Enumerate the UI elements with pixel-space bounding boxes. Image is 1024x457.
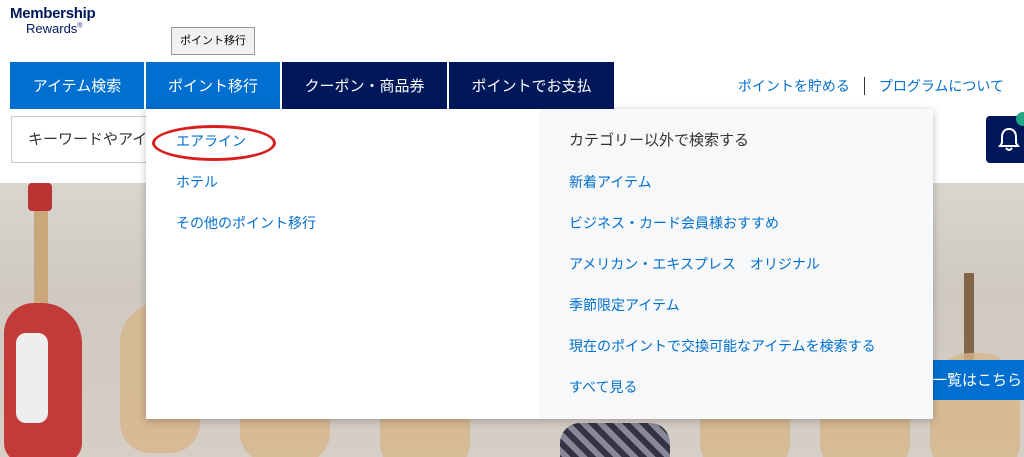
tooltip: ポイント移行 [171,27,255,55]
membership-rewards-logo[interactable]: Membership Rewards® [10,5,96,36]
page: Membership Rewards® ポイント移行 アイテム検索 ポイント移行… [0,0,1024,457]
tab-pay-with-points[interactable]: ポイントでお支払 [449,62,614,109]
about-program-link[interactable]: プログラムについて [879,76,1004,96]
top-links: ポイントを貯める プログラムについて [738,76,1004,96]
dropdown-left-column: エアライン ホテル その他のポイント移行 [146,109,539,419]
bell-icon [998,127,1020,151]
menu-item-other-transfer[interactable]: その他のポイント移行 [176,213,539,233]
menu-item-airline[interactable]: エアライン [176,131,539,151]
tab-point-transfer[interactable]: ポイント移行 [146,62,280,109]
main-nav-tabs: アイテム検索 ポイント移行 クーポン・商品券 ポイントでお支払 [10,62,616,109]
notification-badge [1016,112,1024,126]
menu-item-hotel[interactable]: ホテル [176,172,539,192]
menu-item-business-recommended[interactable]: ビジネス・カード会員様おすすめ [569,213,933,233]
view-list-button[interactable]: 一覧はこちら [930,360,1024,400]
earn-points-link[interactable]: ポイントを貯める [738,76,850,96]
tab-coupons[interactable]: クーポン・商品券 [282,62,447,109]
tab-item-search[interactable]: アイテム検索 [10,62,144,109]
menu-item-search-redeemable[interactable]: 現在のポイントで交換可能なアイテムを検索する [569,336,933,356]
point-transfer-dropdown: エアライン ホテル その他のポイント移行 カテゴリー以外で検索する 新着アイテム… [146,109,933,419]
dropdown-right-column: カテゴリー以外で検索する 新着アイテム ビジネス・カード会員様おすすめ アメリカ… [539,109,933,419]
menu-item-amex-original[interactable]: アメリカン・エキスプレス オリジナル [569,254,933,274]
logo-line1: Membership [10,5,96,22]
notification-button[interactable] [986,112,1024,163]
menu-item-view-all[interactable]: すべて見る [569,377,933,397]
logo-line2: Rewards® [26,21,83,36]
menu-item-seasonal[interactable]: 季節限定アイテム [569,295,933,315]
menu-item-new[interactable]: 新着アイテム [569,172,933,192]
divider [863,77,865,95]
dropdown-heading: カテゴリー以外で検索する [569,131,750,149]
